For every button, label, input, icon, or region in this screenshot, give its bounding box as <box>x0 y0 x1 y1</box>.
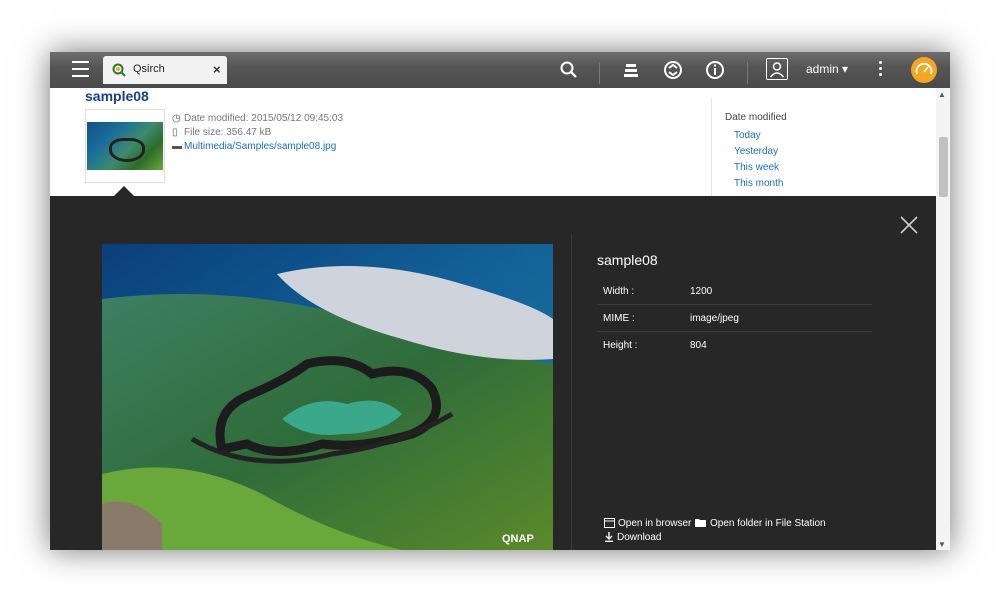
app-window: Qsirch × admin ▾ sample08 ◷ Date modifie… <box>50 52 950 550</box>
user-icon[interactable] <box>766 58 788 80</box>
open-folder-label: Open folder in File Station <box>710 518 826 529</box>
preview-panel: QNAP sample08 Width : 1200 MIME : image/… <box>50 196 936 550</box>
preview-divider <box>571 234 572 550</box>
tab-label: Qsirch <box>133 63 165 75</box>
close-icon[interactable] <box>898 214 920 236</box>
tab-close-icon[interactable]: × <box>213 62 221 77</box>
info-icon[interactable] <box>703 58 727 82</box>
filter-today[interactable]: Today <box>734 130 761 141</box>
file-path-link[interactable]: Multimedia/Samples/sample08.jpg <box>184 141 336 152</box>
sync-icon[interactable] <box>661 58 685 82</box>
detail-row: Width : 1200 <box>597 278 872 305</box>
browser-icon <box>604 518 615 528</box>
filter-this-month[interactable]: This month <box>734 178 783 189</box>
speedometer-icon[interactable] <box>911 57 937 83</box>
filter-this-week[interactable]: This week <box>734 162 779 173</box>
detail-key: Height : <box>603 340 638 351</box>
result-thumbnail[interactable] <box>85 109 165 183</box>
result-title[interactable]: sample08 <box>85 88 149 104</box>
date-modified: Date modified: 2015/05/12 09:45:03 <box>184 113 344 124</box>
preview-image: QNAP <box>102 244 553 550</box>
date-filter: Date modified Today Yesterday This week … <box>711 98 902 198</box>
open-folder-button[interactable]: Open folder in File Station <box>695 518 826 529</box>
detail-value: image/jpeg <box>690 313 739 324</box>
filter-heading: Date modified <box>725 112 787 123</box>
scroll-down-arrow[interactable]: ▼ <box>938 540 946 549</box>
qnap-watermark: QNAP <box>502 533 534 545</box>
qsirch-icon <box>112 63 126 77</box>
search-icon[interactable] <box>557 58 581 82</box>
file-icon: ▯ <box>172 127 178 138</box>
tab-qsirch[interactable]: Qsirch × <box>103 56 227 84</box>
toolbar-separator <box>599 62 600 84</box>
result-area: sample08 ◷ Date modified: 2015/05/12 09:4… <box>50 88 950 198</box>
open-in-browser-label: Open in browser <box>618 518 692 529</box>
user-menu[interactable]: admin ▾ <box>806 62 848 76</box>
download-button[interactable]: Download <box>604 532 661 543</box>
clock-icon: ◷ <box>172 113 181 124</box>
folder-open-icon <box>695 519 706 527</box>
detail-key: MIME : <box>603 313 635 324</box>
open-in-browser-button[interactable]: Open in browser <box>604 518 691 529</box>
stack-icon[interactable] <box>619 58 643 82</box>
folder-icon: ▬ <box>172 141 182 152</box>
toolbar-separator <box>747 62 748 84</box>
more-icon[interactable] <box>878 61 884 79</box>
detail-key: Width : <box>603 286 635 297</box>
thumbnail-image <box>87 122 163 170</box>
download-label: Download <box>617 532 662 543</box>
details-table: Width : 1200 MIME : image/jpeg Height : … <box>597 278 872 358</box>
detail-row: Height : 804 <box>597 332 872 358</box>
preview-pointer <box>114 186 134 196</box>
scrollbar-thumb[interactable] <box>939 137 948 197</box>
file-size: File size: 356.47 kB <box>184 127 272 138</box>
detail-value: 804 <box>690 340 707 351</box>
detail-row: MIME : image/jpeg <box>597 305 872 332</box>
download-icon <box>605 532 613 543</box>
filter-yesterday[interactable]: Yesterday <box>734 146 778 157</box>
preview-title: sample08 <box>597 252 658 268</box>
scroll-up-arrow[interactable]: ▲ <box>938 90 946 99</box>
top-bar: Qsirch × admin ▾ <box>50 52 950 88</box>
menu-icon[interactable] <box>72 61 89 77</box>
detail-value: 1200 <box>690 286 713 297</box>
result-meta: ◷ Date modified: 2015/05/12 09:45:03 ▯ Fil… <box>172 112 343 154</box>
